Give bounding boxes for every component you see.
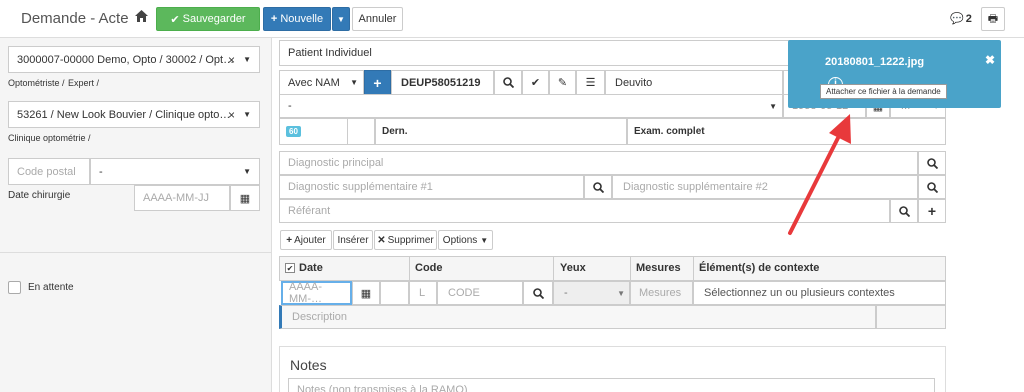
secondary-diagnosis-2-input[interactable]: Diagnostic supplémentaire #2 bbox=[612, 175, 918, 199]
divider bbox=[0, 252, 271, 253]
act-l-input[interactable]: L bbox=[409, 281, 437, 305]
act-code-input[interactable]: CODE bbox=[437, 281, 523, 305]
notes-clip: Notes (non transmises à la RAMQ) bbox=[0, 378, 1024, 392]
act-context-select[interactable]: Sélectionnez un ou plusieurs contextes bbox=[693, 281, 946, 305]
options-button[interactable]: Options ▼ bbox=[438, 230, 493, 250]
save-button[interactable]: ✔ Sauvegarder bbox=[156, 7, 260, 31]
last-name-input[interactable]: Deuvito bbox=[605, 70, 783, 95]
column-divider bbox=[553, 256, 554, 281]
caret-down-icon: ▼ bbox=[243, 110, 251, 119]
calendar-icon[interactable]: ▦ bbox=[230, 185, 260, 211]
clinic-select[interactable]: 53261 / New Look Bouvier / Clinique opto… bbox=[8, 101, 260, 128]
badge-cell: 60 bbox=[279, 118, 347, 145]
top-bar: Demande - Acte ✔ Sauvegarder + Nouvelle ▼ … bbox=[0, 0, 1024, 38]
caret-down-icon: ▼ bbox=[769, 102, 777, 111]
clinic-label: Clinique optométrie / bbox=[8, 133, 91, 143]
column-divider bbox=[630, 256, 631, 281]
select-all-checkbox[interactable]: ✔ bbox=[285, 263, 295, 273]
pending-checkbox[interactable] bbox=[8, 281, 21, 294]
act-eyes-select[interactable]: - ▼ bbox=[553, 281, 630, 305]
secondary-select[interactable]: - ▼ bbox=[279, 94, 783, 118]
caret-down-icon: ▼ bbox=[350, 78, 358, 87]
add-patient-button[interactable]: + bbox=[364, 70, 391, 95]
notes-textarea[interactable]: Notes (non transmises à la RAMQ) bbox=[288, 378, 935, 392]
annotation-arrow-icon bbox=[788, 114, 851, 235]
cancel-button[interactable]: Annuler bbox=[352, 7, 403, 31]
act-description-extra bbox=[876, 305, 946, 329]
close-icon[interactable]: ✖ bbox=[985, 53, 995, 67]
postal-code-input[interactable]: Code postal bbox=[8, 158, 90, 185]
column-eyes: Yeux bbox=[560, 262, 586, 274]
plus-icon: + bbox=[270, 13, 278, 25]
print-icon: 🖶 bbox=[987, 12, 999, 25]
search-icon[interactable] bbox=[918, 175, 946, 199]
column-divider bbox=[693, 256, 694, 281]
column-divider bbox=[409, 256, 410, 281]
caret-down-icon: ▼ bbox=[480, 235, 489, 245]
comment-icon: 💬 bbox=[950, 13, 964, 25]
last-exam-label: Dern. bbox=[375, 118, 627, 145]
comments-indicator[interactable]: 💬 2 bbox=[950, 12, 972, 26]
act-blank-cell bbox=[380, 281, 409, 305]
home-icon[interactable] bbox=[135, 10, 148, 25]
pending-label: En attente bbox=[28, 282, 74, 293]
search-icon[interactable] bbox=[584, 175, 612, 199]
delete-act-button[interactable]: ✕ Supprimer bbox=[374, 230, 437, 250]
new-button[interactable]: + Nouvelle bbox=[263, 7, 331, 31]
column-date: Date bbox=[299, 262, 323, 274]
search-icon[interactable] bbox=[918, 151, 946, 175]
nam-input[interactable]: DEUP58051219 bbox=[391, 70, 494, 95]
search-icon[interactable] bbox=[890, 199, 918, 223]
attach-tooltip: Attacher ce fichier à la demande bbox=[820, 84, 947, 99]
blank-cell bbox=[347, 118, 375, 145]
plus-icon: + bbox=[286, 234, 293, 246]
surgery-date-label: Date chirurgie bbox=[8, 190, 71, 201]
acts-table-header bbox=[279, 256, 946, 281]
act-measures-input[interactable]: Mesures bbox=[630, 281, 693, 305]
notes-title: Notes bbox=[290, 357, 327, 373]
caret-down-icon: ▼ bbox=[243, 167, 251, 176]
nam-mode-select[interactable]: Avec NAM ▼ bbox=[279, 70, 364, 95]
calendar-icon[interactable]: ▦ bbox=[352, 281, 380, 305]
add-act-button[interactable]: + Ajouter bbox=[280, 230, 332, 250]
column-context: Élément(s) de contexte bbox=[699, 262, 820, 274]
caret-down-icon: ▼ bbox=[337, 14, 345, 24]
caret-down-icon: ▼ bbox=[243, 55, 251, 64]
insert-act-button[interactable]: Insérer bbox=[333, 230, 373, 250]
edit-icon[interactable]: ✎ bbox=[549, 70, 576, 95]
caret-down-icon: ▼ bbox=[617, 289, 625, 298]
surgery-date-input[interactable]: AAAA-MM-JJ bbox=[134, 185, 230, 211]
clear-icon[interactable]: × bbox=[228, 53, 235, 67]
validate-icon[interactable]: ✔ bbox=[522, 70, 549, 95]
optometrist-label: Optométriste / bbox=[8, 78, 65, 88]
print-button[interactable]: 🖶 bbox=[981, 7, 1005, 31]
close-icon: ✕ bbox=[377, 234, 386, 246]
page-title: Demande - Acte bbox=[21, 10, 129, 27]
count-badge: 60 bbox=[286, 126, 301, 137]
optometrist-select[interactable]: 3000007-00000 Demo, Opto / 30002 / Opt… … bbox=[8, 46, 260, 73]
expert-label: Expert / bbox=[68, 78, 100, 88]
list-icon[interactable]: ☰ bbox=[576, 70, 605, 95]
search-icon[interactable] bbox=[494, 70, 522, 95]
check-icon: ✔ bbox=[170, 13, 180, 26]
act-description-input[interactable]: Description bbox=[279, 305, 876, 329]
new-dropdown-button[interactable]: ▼ bbox=[332, 7, 350, 31]
column-code: Code bbox=[415, 262, 443, 274]
secondary-diagnosis-1-input[interactable]: Diagnostic supplémentaire #1 bbox=[279, 175, 584, 199]
add-referrer-button[interactable]: + bbox=[918, 199, 946, 223]
attachment-filename: 20180801_1222.jpg bbox=[825, 56, 925, 68]
act-date-input[interactable]: AAAA-MM-… bbox=[281, 281, 352, 305]
postal-code-select[interactable]: - ▼ bbox=[90, 158, 260, 185]
search-icon[interactable] bbox=[523, 281, 553, 305]
sidebar: 3000007-00000 Demo, Opto / 30002 / Opt… … bbox=[0, 38, 272, 392]
column-measures: Mesures bbox=[636, 262, 681, 274]
clear-icon[interactable]: × bbox=[228, 108, 235, 122]
